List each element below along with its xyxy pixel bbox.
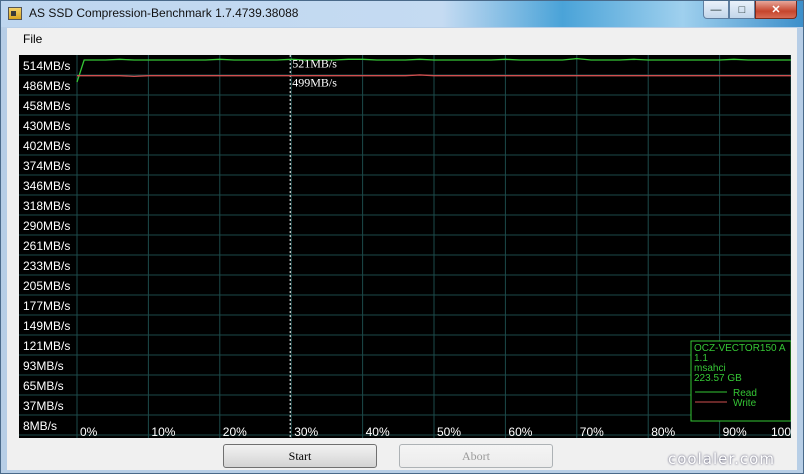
- app-icon: [8, 7, 22, 20]
- minimize-icon: —: [710, 3, 722, 16]
- legend-write-label: Write: [733, 398, 757, 409]
- y-tick-label: 93MB/s: [23, 359, 64, 373]
- menu-bar: File: [7, 28, 797, 50]
- chart-canvas: 514MB/s 486MB/s 458MB/s 430MB/s 402MB/s 374MB…: [19, 55, 791, 438]
- x-tick-label: 20%: [223, 425, 247, 438]
- x-tick-label: 40%: [366, 425, 390, 438]
- write-value-label: 499MB/s: [292, 76, 337, 90]
- y-tick-label: 402MB/s: [23, 139, 70, 153]
- x-tick-label: 10%: [151, 425, 175, 438]
- y-tick-label: 346MB/s: [23, 179, 70, 193]
- series-line-write: [77, 74, 791, 78]
- y-tick-label: 65MB/s: [23, 379, 64, 393]
- x-tick-label: 30%: [294, 425, 318, 438]
- y-tick-label: 177MB/s: [23, 299, 70, 313]
- x-tick-label: 60%: [508, 425, 532, 438]
- y-tick-label: 233MB/s: [23, 259, 70, 273]
- y-tick-label: 205MB/s: [23, 279, 70, 293]
- x-tick-label: 0%: [80, 425, 98, 438]
- window-title: AS SSD Compression-Benchmark 1.7.4739.38…: [29, 6, 299, 20]
- x-tick-label: 70%: [580, 425, 604, 438]
- y-tick-label: 486MB/s: [23, 79, 70, 93]
- menu-item-file[interactable]: File: [23, 32, 42, 46]
- y-tick-label: 121MB/s: [23, 339, 70, 353]
- window-controls: — □ ✕: [703, 1, 797, 20]
- abort-button: Abort: [399, 444, 553, 468]
- y-tick-label: 318MB/s: [23, 199, 70, 213]
- y-tick-label: 149MB/s: [23, 319, 70, 333]
- watermark: coolaler.com: [668, 450, 775, 468]
- y-tick-label: 261MB/s: [23, 239, 70, 253]
- title-bar[interactable]: AS SSD Compression-Benchmark 1.7.4739.38…: [1, 1, 803, 27]
- app-window: AS SSD Compression-Benchmark 1.7.4739.38…: [0, 0, 804, 474]
- x-tick-label: 90%: [723, 425, 747, 438]
- y-tick-label: 37MB/s: [23, 399, 64, 413]
- read-value-label: 521MB/s: [292, 56, 337, 70]
- close-icon: ✕: [771, 4, 781, 16]
- start-button[interactable]: Start: [223, 444, 377, 468]
- legend-info-line: 223.57 GB: [694, 373, 742, 384]
- maximize-icon: □: [738, 3, 746, 16]
- y-tick-label: 374MB/s: [23, 159, 70, 173]
- maximize-button[interactable]: □: [729, 1, 755, 19]
- x-tick-label: 50%: [437, 425, 461, 438]
- y-tick-label: 430MB/s: [23, 119, 70, 133]
- x-tick-label: 80%: [651, 425, 675, 438]
- close-button[interactable]: ✕: [755, 1, 797, 19]
- y-tick-label: 514MB/s: [23, 59, 70, 73]
- y-tick-label: 458MB/s: [23, 99, 70, 113]
- x-tick-label: 100%: [771, 425, 791, 438]
- y-tick-label: 290MB/s: [23, 219, 70, 233]
- minimize-button[interactable]: —: [703, 1, 729, 19]
- y-tick-label: 8MB/s: [23, 419, 57, 433]
- benchmark-chart: 514MB/s 486MB/s 458MB/s 430MB/s 402MB/s 374MB…: [19, 55, 791, 438]
